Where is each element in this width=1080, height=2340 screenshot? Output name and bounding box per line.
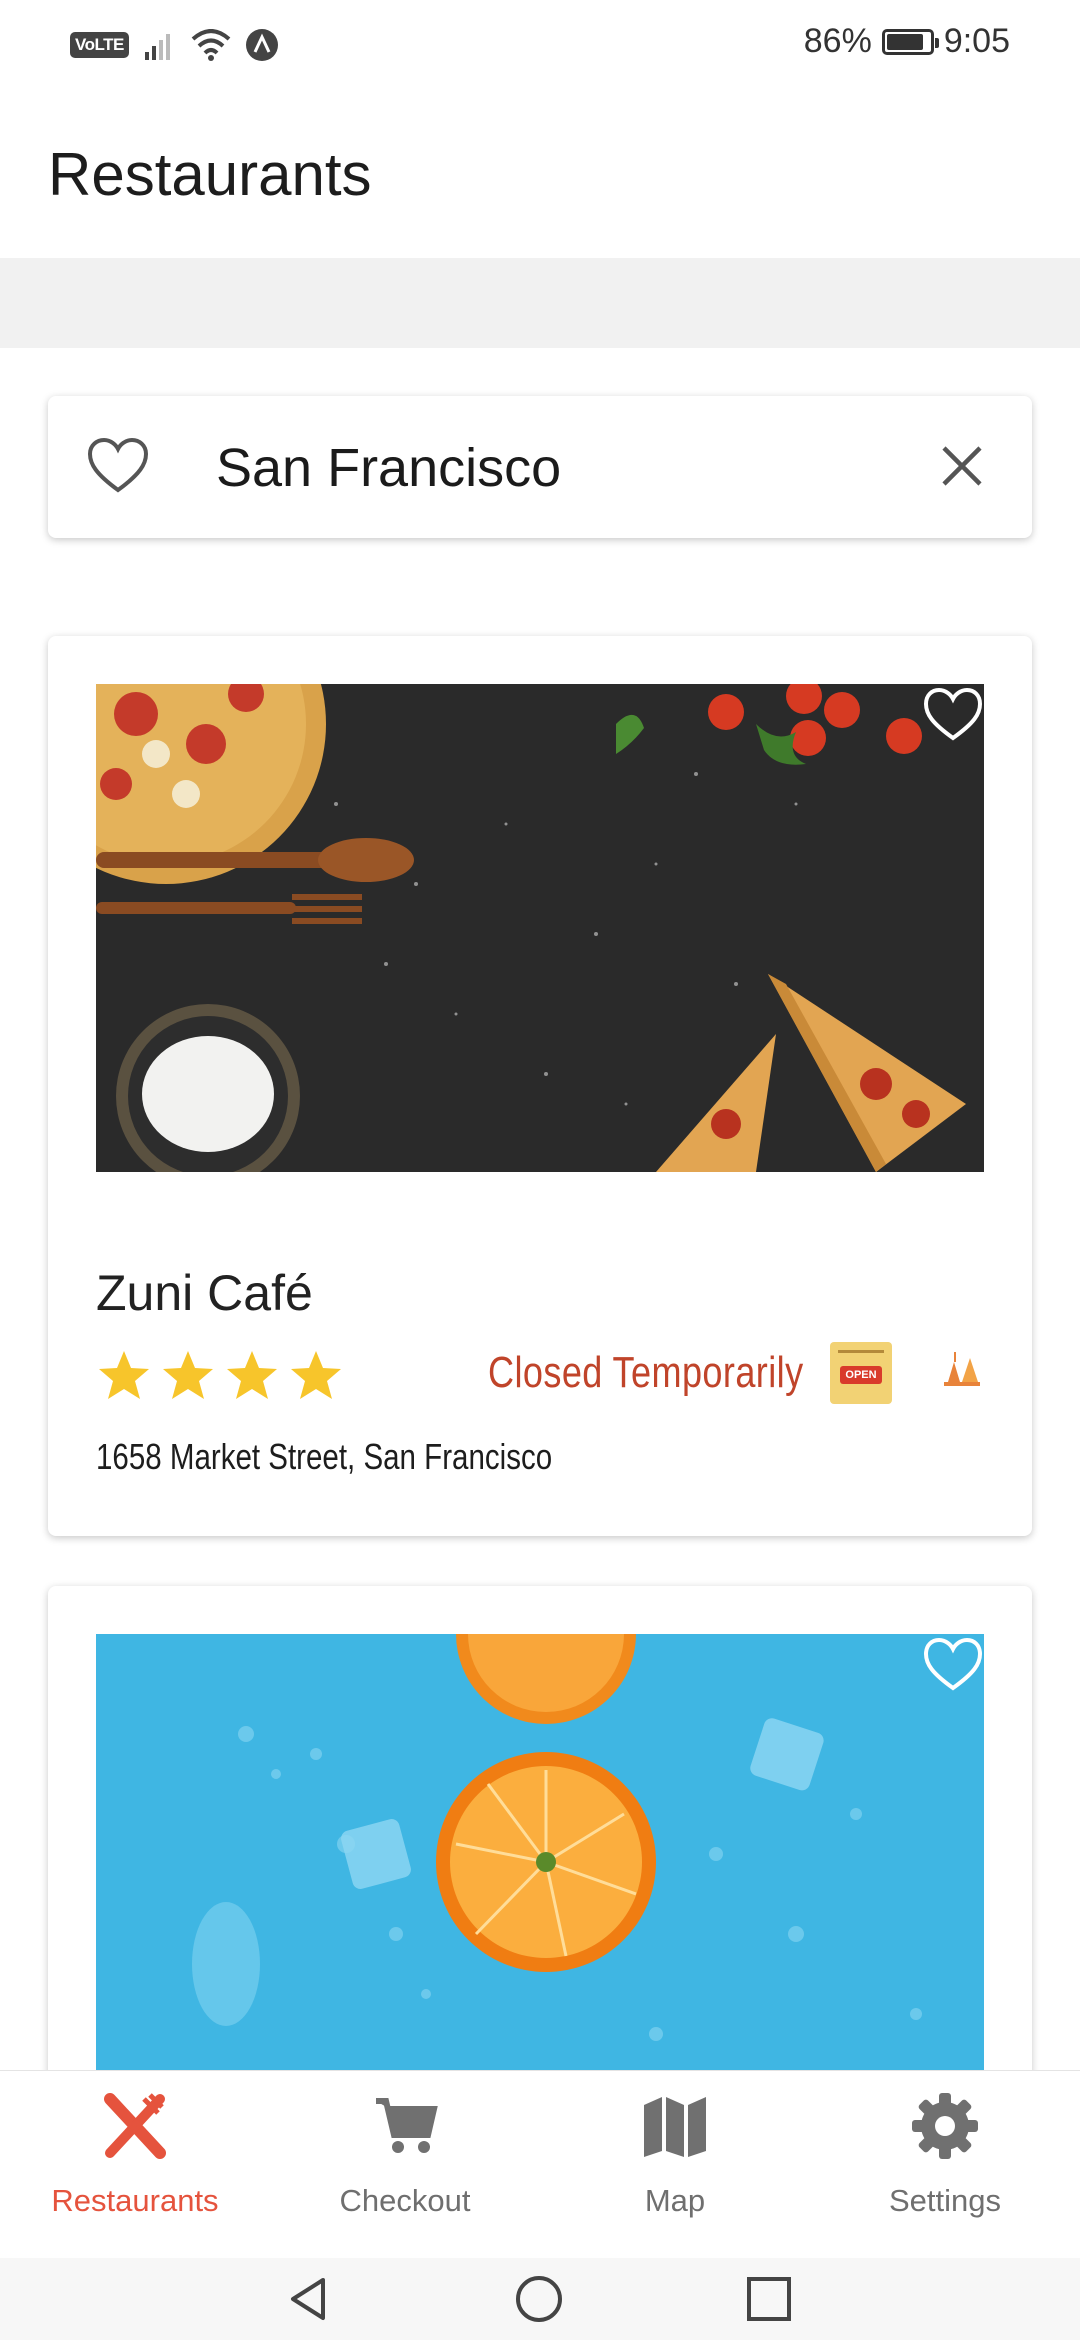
star-icon (227, 1351, 277, 1399)
favorite-heart-icon[interactable] (922, 686, 984, 744)
status-left: VoLTE (70, 28, 279, 62)
system-navigation (0, 2258, 1080, 2340)
home-circle-icon[interactable] (514, 2274, 564, 2324)
nav-item-restaurants[interactable]: Restaurants (0, 2071, 270, 2259)
battery-percent: 86% (803, 22, 872, 60)
volte-badge: VoLTE (70, 32, 129, 58)
pizza-photo (96, 684, 984, 1172)
restaurant-name: Zuni Café (96, 1265, 313, 1321)
nav-label-settings: Settings (888, 2183, 1001, 2218)
clock: 9:05 (943, 22, 1010, 60)
status-text: Closed Temporarily (488, 1348, 804, 1397)
gear-icon (912, 2093, 978, 2159)
status-right: 86% 9:05 (804, 22, 1010, 61)
fork-knife-icon (104, 2093, 166, 2159)
nav-label-restaurants: Restaurants (51, 2183, 219, 2218)
favorite-heart-icon[interactable] (922, 1636, 984, 1694)
search-bar (48, 396, 1032, 538)
close-icon[interactable] (936, 440, 988, 492)
nav-item-map[interactable]: Map (540, 2071, 810, 2259)
nav-label-checkout: Checkout (339, 2183, 471, 2218)
recents-square-icon[interactable] (744, 2274, 794, 2324)
open-sign-roof (838, 1350, 884, 1367)
back-triangle-icon[interactable] (283, 2274, 333, 2324)
signal-icon (144, 34, 170, 60)
search-input[interactable] (214, 424, 918, 512)
nav-item-checkout[interactable]: Checkout (270, 2071, 540, 2259)
restaurant-card[interactable]: Zuni Café Closed Temporarily OPEN 1658 M… (48, 636, 1032, 1536)
restaurant-photo (96, 684, 984, 1172)
header-divider-band (0, 258, 1080, 348)
battery-fill (886, 33, 923, 50)
map-icon (644, 2097, 706, 2157)
bottom-navigation: Restaurants Checkout Map Settings (0, 2070, 1080, 2259)
restaurant-address: 1658 Market Street, San Francisco (96, 1436, 553, 1477)
open-sign-text: OPEN (840, 1366, 882, 1384)
app-header: Restaurants (0, 90, 1080, 258)
star-icon (99, 1351, 149, 1399)
rating-stars (96, 1348, 344, 1404)
nav-item-settings[interactable]: Settings (810, 2071, 1080, 2259)
orange-photo (96, 1634, 984, 2094)
heart-outline-icon[interactable] (86, 436, 150, 496)
restaurant-photo (96, 1634, 984, 2094)
vpn-icon (245, 29, 278, 61)
star-icon (163, 1351, 213, 1399)
page-title: Restaurants (48, 141, 372, 208)
star-icon (291, 1351, 341, 1399)
status-bar: VoLTE 86% 9:05 (0, 0, 1080, 90)
battery-icon (881, 28, 939, 55)
restaurant-type-icon (944, 1352, 980, 1386)
open-sign-icon: OPEN (830, 1342, 892, 1404)
nav-label-map: Map (644, 2183, 706, 2218)
cart-icon (376, 2098, 438, 2153)
wifi-icon (191, 29, 231, 61)
